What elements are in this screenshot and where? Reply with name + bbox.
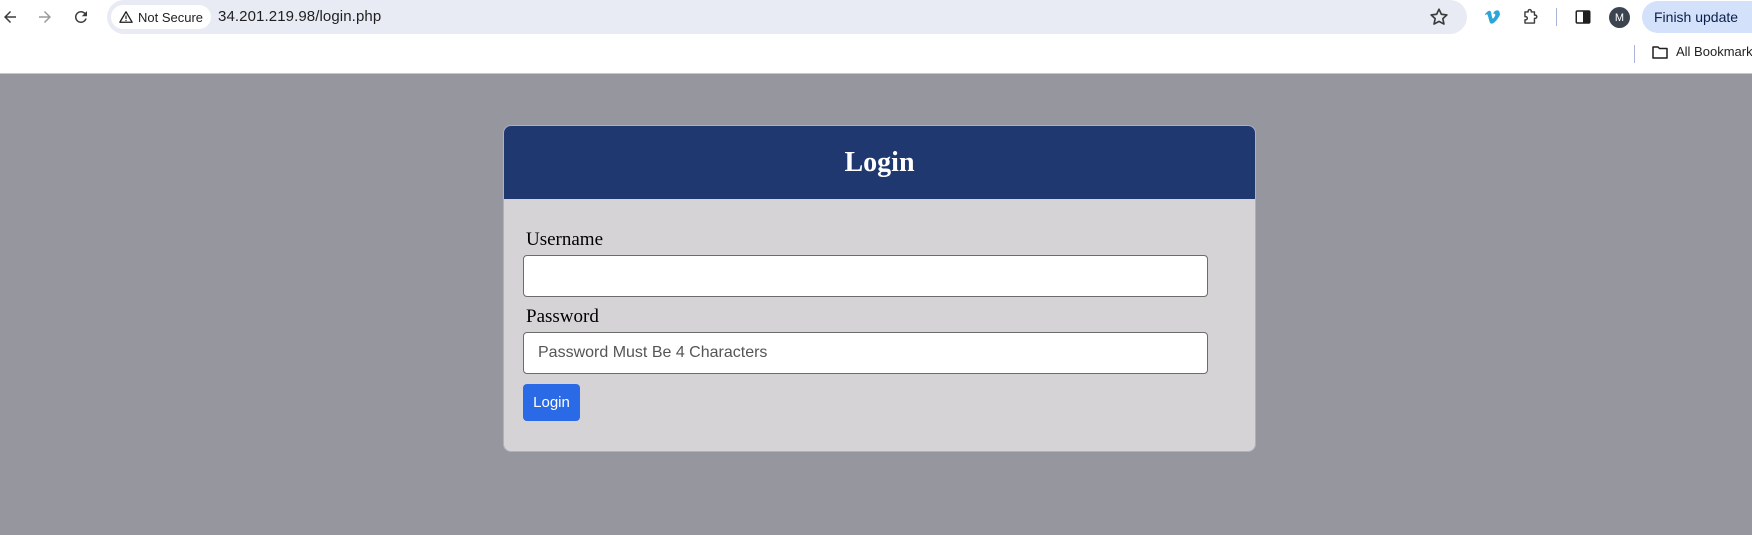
toolbar-divider	[1556, 8, 1557, 26]
login-title: Login	[844, 146, 915, 178]
password-input[interactable]	[523, 332, 1208, 374]
login-button[interactable]: Login	[523, 384, 580, 421]
security-label: Not Secure	[138, 9, 204, 25]
username-label: Username	[526, 229, 604, 250]
back-icon	[4, 11, 16, 23]
security-chip[interactable]: Not Secure	[111, 5, 212, 29]
address-bar[interactable]: Not Secure 34.201.219.98/login.php	[107, 0, 1467, 34]
finish-update-button[interactable]: Finish update	[1642, 1, 1752, 33]
browser-toolbar: Not Secure 34.201.219.98/login.php M Fin…	[0, 0, 1752, 34]
url-text[interactable]: 34.201.219.98/login.php	[218, 8, 381, 25]
all-bookmarks-label: All Bookmarks	[1676, 44, 1752, 59]
side-panel-icon	[1575, 10, 1591, 24]
bookmarks-bar	[0, 34, 1752, 74]
reload-button[interactable]	[68, 4, 94, 30]
extensions-button[interactable]	[1519, 6, 1541, 28]
reload-icon	[74, 10, 87, 23]
side-panel-button[interactable]	[1572, 6, 1594, 28]
bookmarks-divider	[1634, 45, 1635, 63]
login-header: Login	[504, 126, 1255, 199]
profile-avatar[interactable]: M	[1609, 7, 1630, 28]
forward-icon	[39, 11, 51, 23]
vimeo-extension[interactable]	[1482, 6, 1504, 28]
star-icon[interactable]	[1428, 6, 1450, 28]
folder-icon	[1652, 45, 1668, 59]
login-card: Login Username Password Login	[503, 125, 1256, 452]
vimeo-icon	[1484, 10, 1501, 24]
forward-button[interactable]	[32, 4, 58, 30]
username-input[interactable]	[523, 255, 1208, 297]
password-label: Password	[526, 306, 599, 327]
puzzle-icon	[1523, 8, 1537, 24]
back-button[interactable]	[0, 4, 23, 30]
finish-update-label: Finish update	[1654, 9, 1739, 25]
warning-icon	[119, 11, 133, 23]
all-bookmarks-folder[interactable]: All Bookmarks	[1652, 44, 1752, 59]
